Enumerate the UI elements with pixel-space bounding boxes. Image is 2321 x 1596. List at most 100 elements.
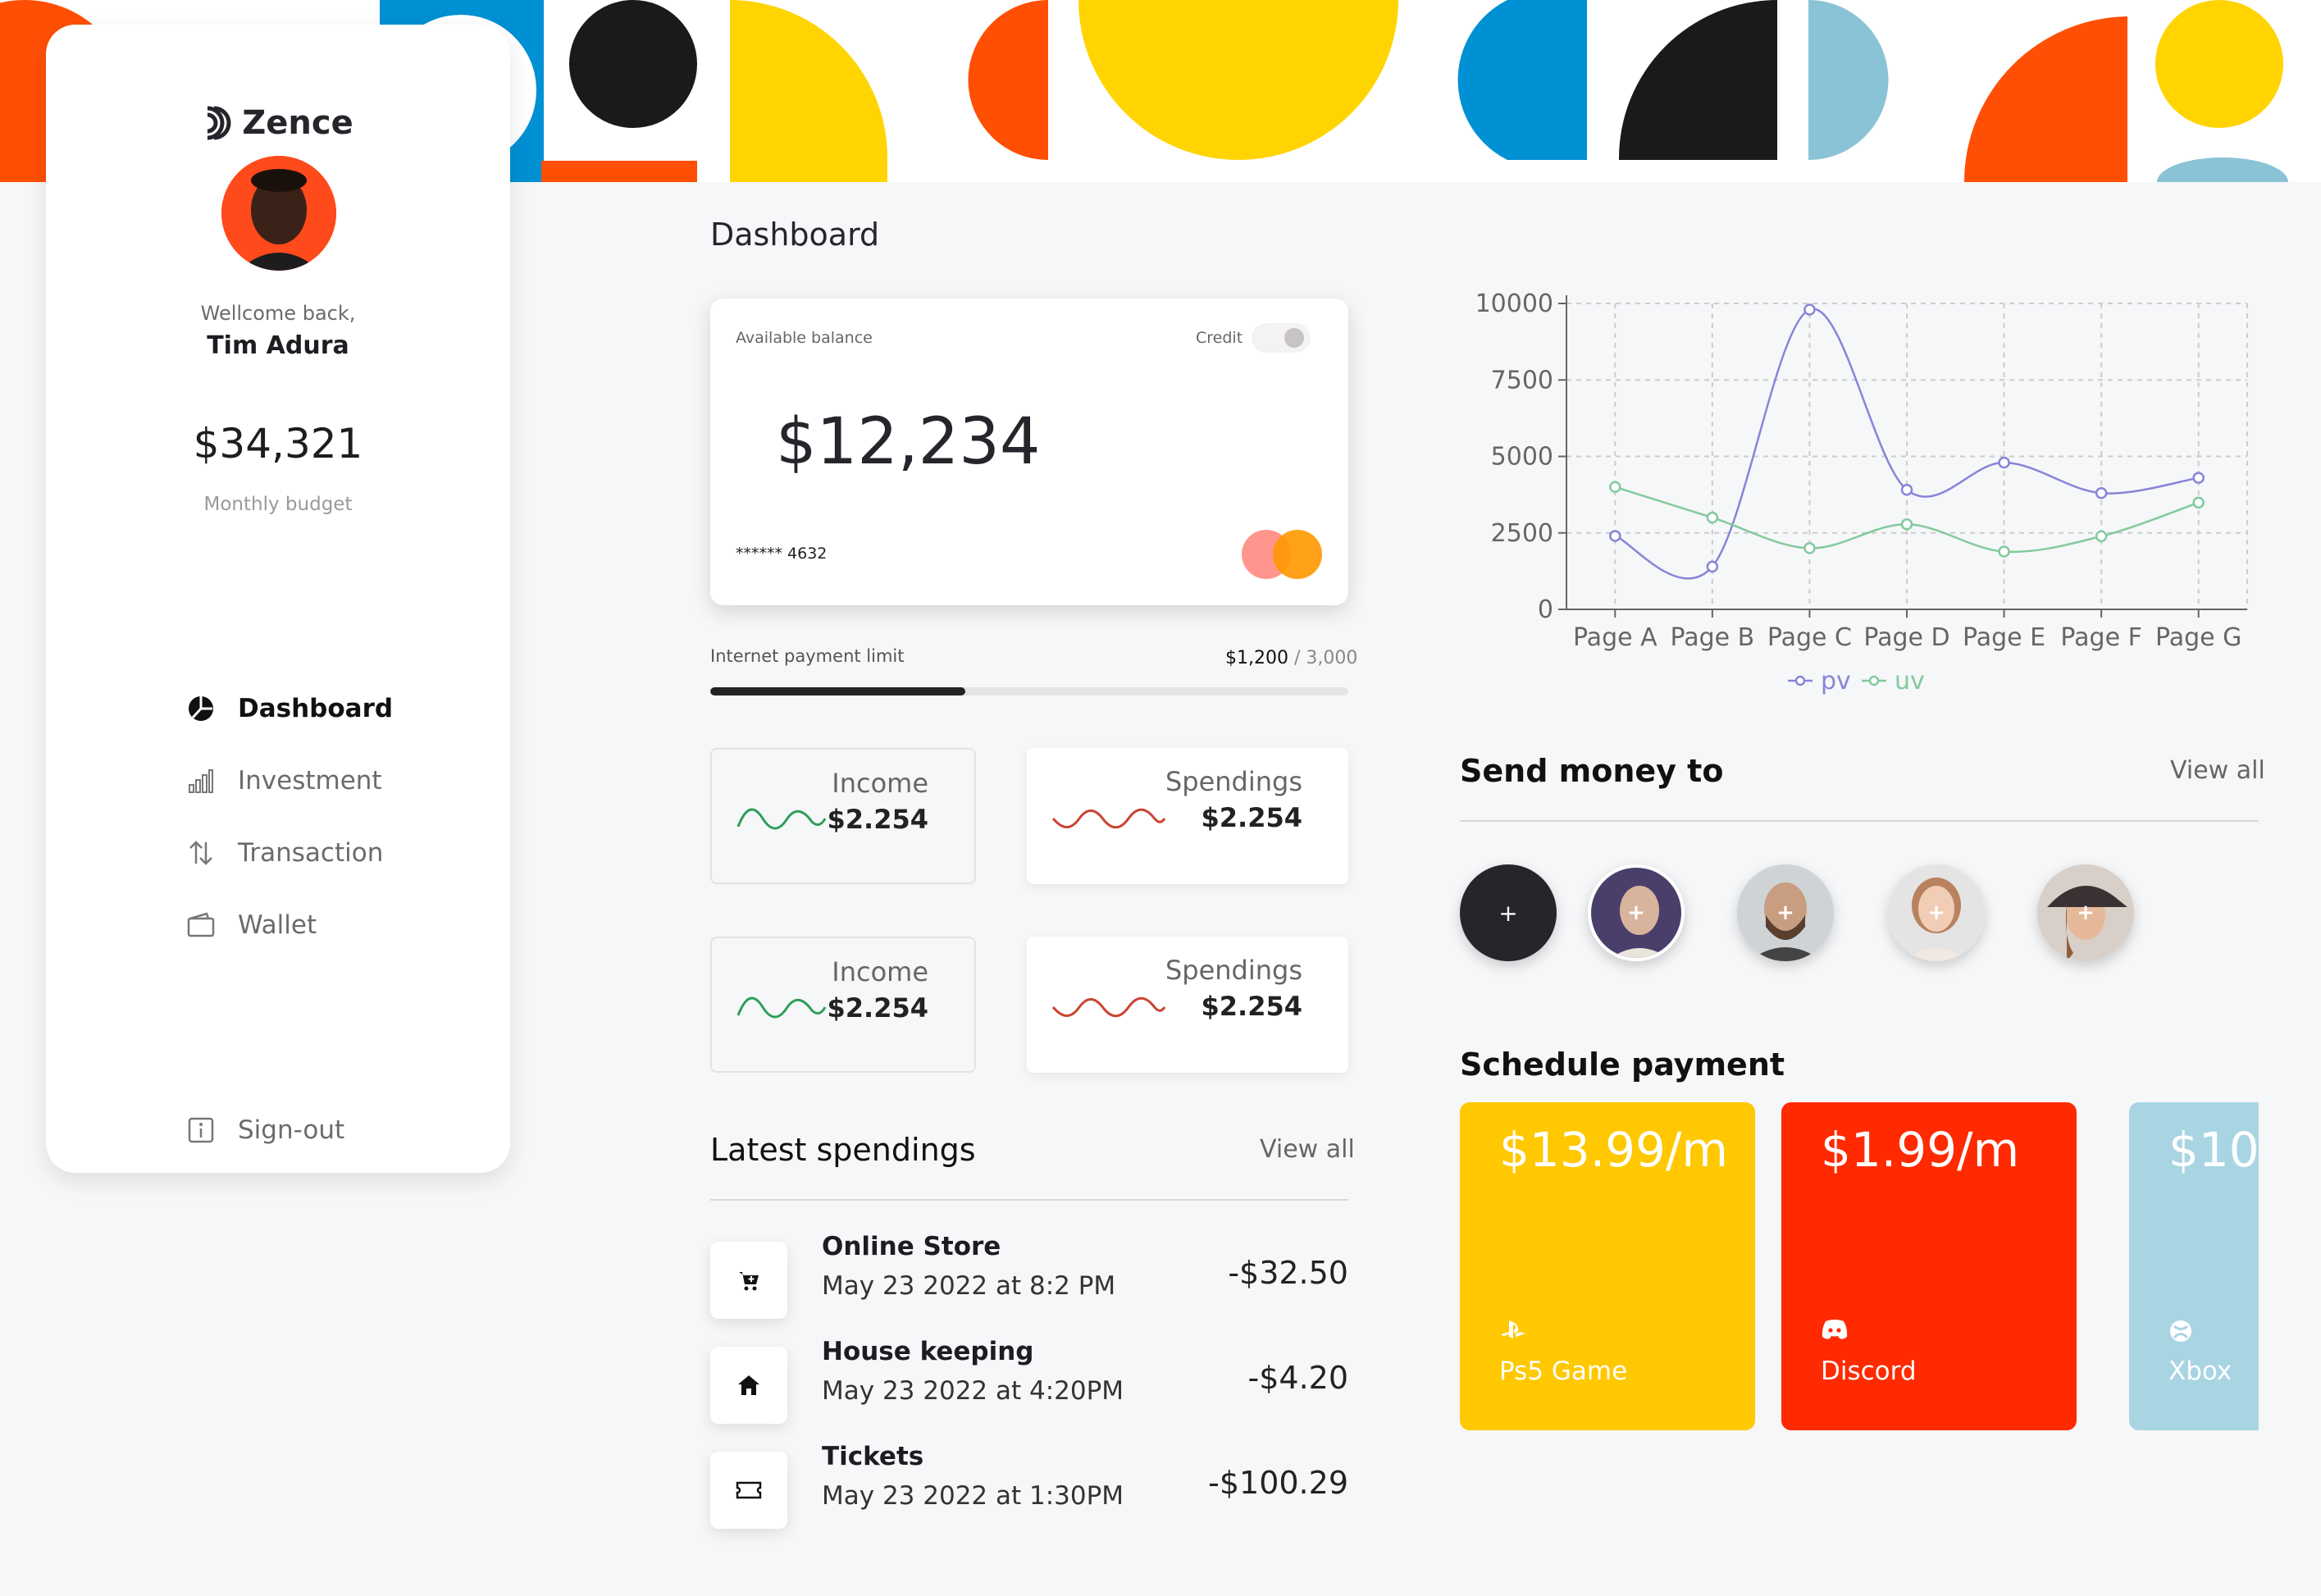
playstation-icon: [1501, 1320, 1525, 1338]
toggle-knob: [1284, 328, 1304, 348]
transaction-item[interactable]: House keeping May 23 2022 at 4:20PM -$4.…: [710, 1337, 1348, 1427]
nav-item-investment[interactable]: Investment: [187, 745, 393, 817]
scheduled-payment-discord[interactable]: $1.99/m Discord: [1781, 1102, 2077, 1430]
payment-limit-progress: [710, 687, 1348, 695]
cart-icon: [710, 1242, 787, 1319]
payment-price: $10.: [2168, 1122, 2259, 1178]
monthly-budget-label: Monthly budget: [203, 494, 353, 515]
recipient-avatar[interactable]: +: [1888, 864, 1985, 961]
wallet-icon: [187, 912, 215, 937]
latest-spendings-view-all[interactable]: View all: [1260, 1135, 1355, 1164]
transaction-amount: -$4.20: [1247, 1360, 1349, 1396]
stat-label: Income: [832, 768, 928, 799]
add-icon: +: [1627, 901, 1645, 925]
data-point-pv: [1900, 483, 1913, 496]
stat-value: $2.254: [827, 804, 928, 835]
stat-label: Spendings: [1165, 955, 1302, 986]
x-tick-label: Page E: [1963, 623, 2045, 652]
add-icon: +: [2077, 901, 2095, 925]
data-point-uv: [2192, 496, 2205, 509]
transaction-item[interactable]: Online Store May 23 2022 at 8:2 PM -$32.…: [710, 1232, 1348, 1322]
payment-limit-used: $1,200: [1225, 648, 1288, 668]
recipient-avatar[interactable]: +: [1588, 864, 1685, 961]
legend-marker-uv: [1868, 675, 1880, 686]
transaction-amount: -$32.50: [1228, 1255, 1348, 1291]
transaction-name: House keeping: [822, 1337, 1034, 1366]
nav-item-dashboard[interactable]: Dashboard: [187, 673, 393, 745]
nav-label: Wallet: [238, 910, 317, 940]
welcome-text: Wellcome back,: [200, 302, 356, 325]
trend-wave-icon: [1051, 808, 1166, 829]
add-icon: +: [1776, 901, 1794, 925]
scheduled-payment-ps5[interactable]: $13.99/m Ps5 Game: [1460, 1102, 1755, 1430]
scheduled-payment-xbox[interactable]: $10. Xbox: [2129, 1102, 2259, 1430]
payment-limit-progress-fill: [710, 687, 966, 695]
card-brand-circle-right: [1273, 530, 1322, 579]
income-card[interactable]: Income $2.254: [710, 748, 976, 884]
recipient-avatar[interactable]: +: [2037, 864, 2134, 961]
section-divider: [1460, 820, 2259, 822]
income-card[interactable]: Income $2.254: [710, 937, 976, 1073]
y-tick-label: 5000: [1491, 443, 1553, 472]
balance-card[interactable]: Available balance Credit $12,234 ****** …: [710, 299, 1348, 605]
available-balance-label: Available balance: [736, 329, 873, 347]
data-point-pv: [1706, 560, 1719, 573]
spendings-card[interactable]: Spendings $2.254: [1027, 937, 1348, 1073]
x-tick-label: Page A: [1573, 623, 1658, 652]
transaction-item[interactable]: Tickets May 23 2022 at 1:30PM -$100.29: [710, 1442, 1348, 1532]
transaction-name: Tickets: [822, 1442, 924, 1471]
x-tick-label: Page G: [2155, 623, 2241, 652]
recipient-avatar[interactable]: +: [1737, 864, 1834, 961]
payment-limit-label: Internet payment limit: [710, 646, 905, 666]
data-point-uv: [1803, 542, 1816, 554]
schedule-payment-title: Schedule payment: [1460, 1047, 1785, 1083]
trend-wave-icon: [1051, 996, 1166, 1018]
user-avatar[interactable]: [221, 156, 336, 271]
balance-amount: $12,234: [776, 405, 1041, 479]
y-tick-label: 7500: [1491, 366, 1553, 394]
add-icon: +: [1927, 901, 1945, 925]
legend-label: uv: [1895, 667, 1925, 695]
payment-price: $1.99/m: [1821, 1122, 2020, 1178]
payment-price: $13.99/m: [1499, 1122, 1728, 1178]
app-name: Zence: [242, 104, 353, 142]
data-point-pv: [1803, 303, 1816, 316]
pie-chart-icon: [189, 696, 213, 721]
line-chart: 0 2500 5000 7500 10000 Page A Page B Page C Page…: [1443, 279, 2264, 705]
trend-up-icon: [736, 996, 827, 1019]
app-logo[interactable]: Zence: [46, 103, 510, 143]
x-tick-label: Page C: [1767, 623, 1852, 652]
payment-name: Ps5 Game: [1499, 1357, 1628, 1386]
stat-label: Income: [832, 956, 928, 987]
nav-label: Investment: [238, 766, 382, 796]
data-point-pv: [1609, 530, 1621, 542]
send-money-view-all[interactable]: View all: [2170, 756, 2265, 785]
signout-button[interactable]: Sign-out: [187, 1115, 344, 1145]
arrows-updown-icon: [189, 841, 212, 865]
credit-toggle[interactable]: [1252, 323, 1311, 353]
card-brand-icon: [1242, 530, 1324, 579]
transaction-date: May 23 2022 at 8:2 PM: [822, 1271, 1116, 1301]
x-tick-label: Page F: [2060, 623, 2141, 652]
add-icon: +: [1498, 899, 1518, 927]
data-point-pv: [1998, 456, 2010, 469]
data-point-pv: [2095, 487, 2108, 499]
stat-label: Spendings: [1165, 766, 1302, 797]
stat-value: $2.254: [1201, 991, 1302, 1022]
nav-item-transaction[interactable]: Transaction: [187, 817, 393, 889]
spendings-card[interactable]: Spendings $2.254: [1027, 748, 1348, 884]
home-icon: [710, 1347, 787, 1424]
transaction-date: May 23 2022 at 4:20PM: [822, 1376, 1124, 1406]
credit-label: Credit: [1196, 329, 1243, 347]
y-tick-label: 2500: [1491, 519, 1553, 548]
add-recipient-button[interactable]: +: [1460, 864, 1557, 961]
nav-label: Transaction: [238, 838, 384, 868]
line-chart-svg: 0 2500 5000 7500 10000 Page A Page B Page C Page…: [1475, 290, 2248, 695]
y-tick-label: 10000: [1475, 290, 1553, 318]
x-tick-label: Page B: [1670, 623, 1754, 652]
info-icon: [188, 1117, 214, 1143]
nav-label: Dashboard: [238, 694, 394, 723]
section-divider: [710, 1199, 1348, 1201]
nav-item-wallet[interactable]: Wallet: [187, 889, 393, 961]
payment-limit-total: / 3,000: [1288, 648, 1358, 668]
